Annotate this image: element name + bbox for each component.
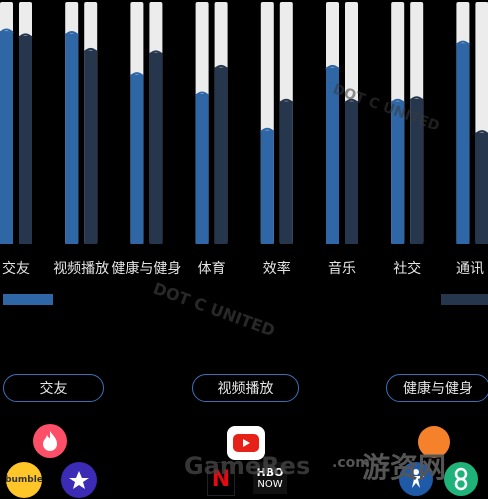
bumble-label: bumble (6, 475, 42, 485)
bar-dark-4 (279, 101, 293, 244)
bar-dark-1 (84, 50, 98, 245)
legend-bar-dark (441, 294, 488, 305)
bar-blue-1 (65, 33, 79, 245)
bumble-icon: bumble (6, 462, 42, 498)
category-label: 效率 (262, 261, 291, 277)
bar-blue-0 (0, 31, 13, 245)
category-label: 交友 (2, 261, 30, 277)
bar-blue-7 (456, 43, 470, 244)
bar-blue-4 (260, 130, 274, 244)
bar-dark-5 (345, 101, 358, 244)
bar-blue-2 (130, 74, 144, 244)
bar-dark-2 (149, 52, 163, 244)
category-label: 健康与健身 (111, 261, 182, 277)
bar-dark-7 (475, 132, 488, 244)
tinder-icon (33, 424, 67, 458)
green-8-app-icon (444, 462, 478, 496)
now-text: NOW (257, 478, 283, 490)
bar-dark-0 (19, 35, 32, 244)
watermark-cn: 游资网 (362, 451, 447, 484)
star-app-icon (61, 462, 97, 498)
category-label: 社交 (393, 261, 422, 277)
bar-dark-3 (214, 67, 228, 244)
category-label: 通讯 (456, 261, 484, 277)
bar-blue-3 (195, 93, 209, 245)
category-label: 音乐 (328, 261, 356, 277)
pill-video[interactable]: 视频播放 (192, 374, 299, 402)
watermark-brand: GameRes (184, 452, 311, 480)
watermark-dotc-1: DOT C UNITED (150, 278, 278, 341)
pill-dating[interactable]: 交友 (3, 374, 104, 402)
category-label: 体育 (197, 261, 226, 277)
legend-bar-blue (3, 294, 53, 305)
pill-fitness[interactable]: 健康与健身 (386, 374, 488, 402)
category-label: 视频播放 (53, 261, 110, 277)
